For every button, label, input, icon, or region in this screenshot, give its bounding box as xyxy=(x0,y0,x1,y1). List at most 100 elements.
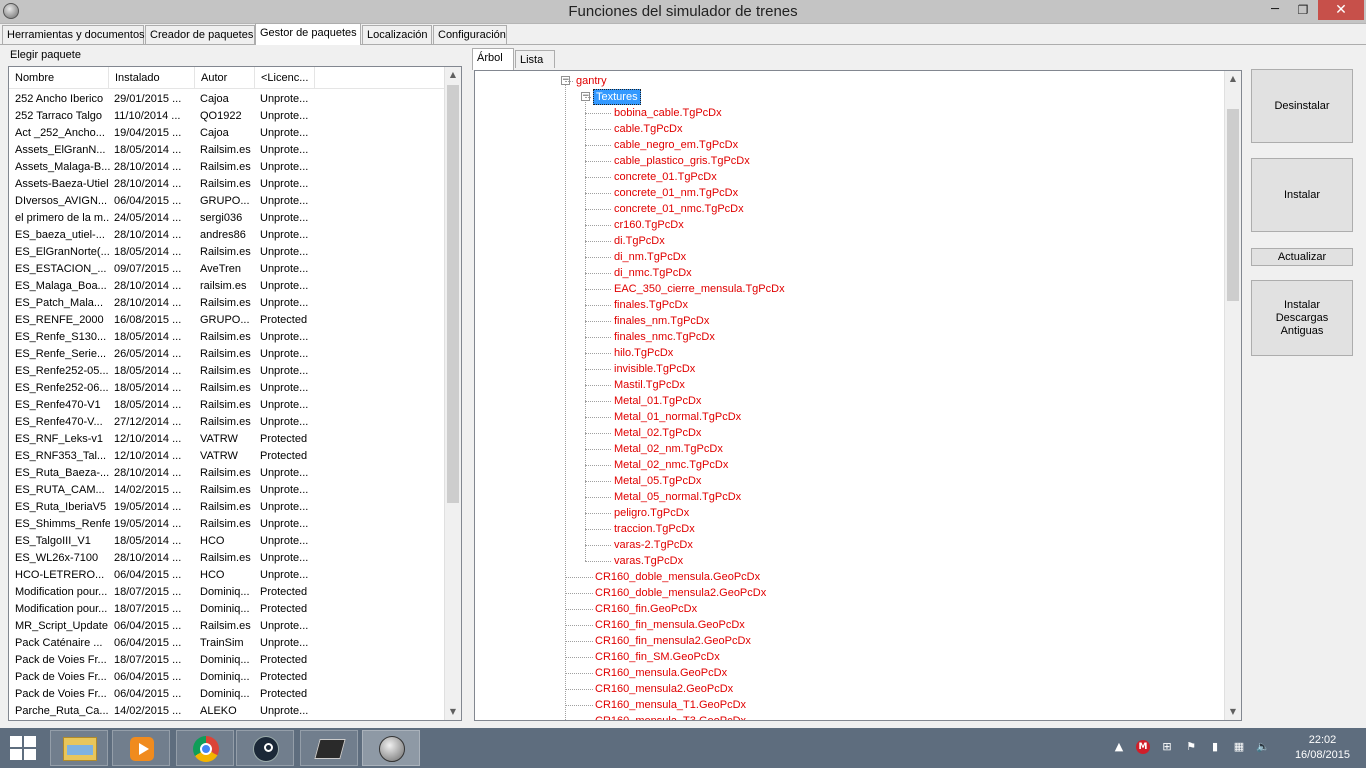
scroll-down-arrow-icon[interactable]: ▼ xyxy=(1225,704,1241,720)
tree-node-texture[interactable]: Metal_01.TgPcDx xyxy=(614,393,701,409)
table-row[interactable]: ES_RNF353_Tal... 12/10/2014 ... VATRW Prote… xyxy=(9,448,449,465)
tree-node-gantry[interactable]: gantry xyxy=(576,73,607,89)
table-row[interactable]: Pack de Voies Fr... 06/04/2015 ... Dominiq… xyxy=(9,669,449,686)
tree-node-texture[interactable]: di.TgPcDx xyxy=(614,233,665,249)
tree-node-texture[interactable]: Metal_02_nm.TgPcDx xyxy=(614,441,723,457)
table-row[interactable]: ES_Renfe470-V... 27/12/2014 ... Railsim.es… xyxy=(9,414,449,431)
tab-lista[interactable]: Lista xyxy=(515,50,555,68)
table-row[interactable]: 252 Ancho Iberico 29/01/2015 ... Cajoa Unpr… xyxy=(9,91,449,108)
tree-node-texture[interactable]: peligro.TgPcDx xyxy=(614,505,689,521)
table-row[interactable]: ES_WL26x-7100 28/10/2014 ... Railsim.es Unp… xyxy=(9,550,449,567)
table-row[interactable]: ES_ElGranNorte(... 18/05/2014 ... Railsim.… xyxy=(9,244,449,261)
media-player-icon[interactable] xyxy=(112,730,170,766)
windows-tray-icon[interactable]: ⊞ xyxy=(1160,740,1174,754)
table-row[interactable]: Pack de Voies Fr... 18/07/2015 ... Dominiq… xyxy=(9,652,449,669)
volume-icon[interactable]: 🔈 xyxy=(1256,740,1270,754)
column-header-licencia[interactable]: <Licenc... xyxy=(255,67,315,89)
tree-node-texture[interactable]: concrete_01_nm.TgPcDx xyxy=(614,185,738,201)
scroll-up-arrow-icon[interactable]: ▲ xyxy=(445,67,461,83)
tree-node-file[interactable]: CR160_mensula2.GeoPcDx xyxy=(595,681,733,697)
tree-scrollbar[interactable]: ▲ ▼ xyxy=(1224,71,1241,720)
tab-gestor[interactable]: Gestor de paquetes xyxy=(255,23,361,45)
tree-node-textures[interactable]: Textures xyxy=(593,89,641,105)
windows-start-icon[interactable] xyxy=(10,736,38,760)
column-header-instalado[interactable]: Instalado xyxy=(109,67,195,89)
simulator-app-icon[interactable] xyxy=(362,730,420,766)
table-row[interactable]: DIversos_AVIGN... 06/04/2015 ... GRUPO... U… xyxy=(9,193,449,210)
table-row[interactable]: ES_Shimms_Renfe 19/05/2014 ... Railsim.es U… xyxy=(9,516,449,533)
table-row[interactable]: ES_Ruta_Baeza-... 28/10/2014 ... Railsim.e… xyxy=(9,465,449,482)
column-header-nombre[interactable]: Nombre xyxy=(9,67,109,89)
network-icon[interactable]: ▦ xyxy=(1232,740,1246,754)
tree-node-file[interactable]: CR160_doble_mensula2.GeoPcDx xyxy=(595,585,766,601)
tab-herramientas[interactable]: Herramientas y documentos xyxy=(2,25,145,44)
tree-node-file[interactable]: CR160_mensula_T1.GeoPcDx xyxy=(595,697,746,713)
tree-node-texture[interactable]: finales_nmc.TgPcDx xyxy=(614,329,715,345)
battery-icon[interactable]: ▮ xyxy=(1208,740,1222,754)
editor-tool-icon[interactable] xyxy=(300,730,358,766)
table-row[interactable]: Assets-Baeza-Utiel 28/10/2014 ... Railsim.… xyxy=(9,176,449,193)
table-row[interactable]: Pack de Voies Fr... 06/04/2015 ... Dominiq… xyxy=(9,686,449,703)
show-hidden-icons-icon[interactable]: ▲ xyxy=(1112,740,1126,754)
table-row[interactable]: ES_RUTA_CAM... 14/02/2015 ... Railsim.es Un… xyxy=(9,482,449,499)
tree-node-texture[interactable]: di_nmc.TgPcDx xyxy=(614,265,692,281)
install-button[interactable]: Instalar xyxy=(1251,158,1353,232)
tree-node-file[interactable]: CR160_fin_SM.GeoPcDx xyxy=(595,649,720,665)
update-button[interactable]: Actualizar xyxy=(1251,248,1353,266)
scroll-thumb[interactable] xyxy=(447,85,459,503)
uninstall-button[interactable]: Desinstalar xyxy=(1251,69,1353,143)
table-row[interactable]: ES_Renfe_Serie... 26/05/2014 ... Railsim.e… xyxy=(9,346,449,363)
table-row[interactable]: Modification pour... 18/07/2015 ... Domini… xyxy=(9,584,449,601)
tree-node-file[interactable]: CR160_mensula.GeoPcDx xyxy=(595,665,727,681)
tab-localizacion[interactable]: Localización xyxy=(362,25,432,44)
tree-node-texture[interactable]: finales.TgPcDx xyxy=(614,297,688,313)
tree-node-texture[interactable]: Metal_02.TgPcDx xyxy=(614,425,701,441)
column-header-autor[interactable]: Autor xyxy=(195,67,255,89)
package-tree[interactable]: − gantry − Textures bobina_cable.TgPcDx c… xyxy=(474,70,1242,721)
tree-node-texture[interactable]: Mastil.TgPcDx xyxy=(614,377,685,393)
tree-node-texture[interactable]: cable_plastico_gris.TgPcDx xyxy=(614,153,750,169)
table-row[interactable]: Assets_ElGranN... 18/05/2014 ... Railsim.e… xyxy=(9,142,449,159)
tab-arbol[interactable]: Árbol xyxy=(472,48,514,70)
table-row[interactable]: ES_Ruta_IberiaV5 19/05/2014 ... Railsim.es… xyxy=(9,499,449,516)
table-row[interactable]: ES_Malaga_Boa... 28/10/2014 ... railsim.es… xyxy=(9,278,449,295)
tree-node-texture[interactable]: di_nm.TgPcDx xyxy=(614,249,686,265)
tree-node-texture[interactable]: EAC_350_cierre_mensula.TgPcDx xyxy=(614,281,785,297)
tree-node-texture[interactable]: hilo.TgPcDx xyxy=(614,345,673,361)
tree-node-texture[interactable]: Metal_05.TgPcDx xyxy=(614,473,701,489)
tree-node-texture[interactable]: bobina_cable.TgPcDx xyxy=(614,105,722,121)
tree-node-texture[interactable]: cable.TgPcDx xyxy=(614,121,682,137)
package-list[interactable]: Nombre Instalado Autor <Licenc... 252 An… xyxy=(8,66,462,721)
install-old-downloads-button[interactable]: Instalar Descargas Antiguas xyxy=(1251,280,1353,356)
tree-node-texture[interactable]: Metal_02_nmc.TgPcDx xyxy=(614,457,728,473)
tree-node-texture[interactable]: Metal_01_normal.TgPcDx xyxy=(614,409,741,425)
maximize-button[interactable]: ❐ xyxy=(1290,0,1316,20)
tree-node-file[interactable]: CR160_mensula_T3.GeoPcDx xyxy=(595,713,746,720)
mega-icon[interactable]: M xyxy=(1136,740,1150,754)
close-button[interactable]: ✕ xyxy=(1318,0,1364,20)
tree-node-texture[interactable]: finales_nm.TgPcDx xyxy=(614,313,709,329)
package-list-scrollbar[interactable]: ▲ ▼ xyxy=(444,67,461,720)
table-row[interactable]: Assets_Malaga-B... 28/10/2014 ... Railsim.… xyxy=(9,159,449,176)
table-row[interactable]: ES_TalgoIII_V1 18/05/2014 ... HCO Unprote..… xyxy=(9,533,449,550)
table-row[interactable]: ES_RENFE_2000 16/08/2015 ... GRUPO... Prote… xyxy=(9,312,449,329)
table-row[interactable]: 252 Tarraco Talgo 11/10/2014 ... QO1922 Unp… xyxy=(9,108,449,125)
table-row[interactable]: Modification pour... 18/07/2015 ... Domini… xyxy=(9,601,449,618)
file-explorer-icon[interactable] xyxy=(50,730,108,766)
steam-icon[interactable] xyxy=(236,730,294,766)
table-row[interactable]: Act _252_Ancho... 19/04/2015 ... Cajoa Unpr… xyxy=(9,125,449,142)
table-row[interactable]: ES_Renfe252-05... 18/05/2014 ... Railsim.e… xyxy=(9,363,449,380)
minimize-button[interactable]: ─ xyxy=(1262,0,1288,20)
tree-node-texture[interactable]: invisible.TgPcDx xyxy=(614,361,695,377)
tree-node-texture[interactable]: traccion.TgPcDx xyxy=(614,521,695,537)
tree-node-texture[interactable]: cr160.TgPcDx xyxy=(614,217,684,233)
tree-node-file[interactable]: CR160_doble_mensula.GeoPcDx xyxy=(595,569,760,585)
table-row[interactable]: Parche_Ruta_Ca... 14/02/2015 ... ALEKO Unpr… xyxy=(9,703,449,720)
scroll-down-arrow-icon[interactable]: ▼ xyxy=(445,704,461,720)
flag-icon[interactable]: ⚑ xyxy=(1184,740,1198,754)
chrome-icon[interactable] xyxy=(176,730,234,766)
system-clock[interactable]: 22:02 16/08/2015 xyxy=(1295,733,1350,763)
tab-configuracion[interactable]: Configuración xyxy=(433,25,507,44)
tree-node-file[interactable]: CR160_fin_mensula.GeoPcDx xyxy=(595,617,745,633)
tree-node-texture[interactable]: varas-2.TgPcDx xyxy=(614,537,693,553)
